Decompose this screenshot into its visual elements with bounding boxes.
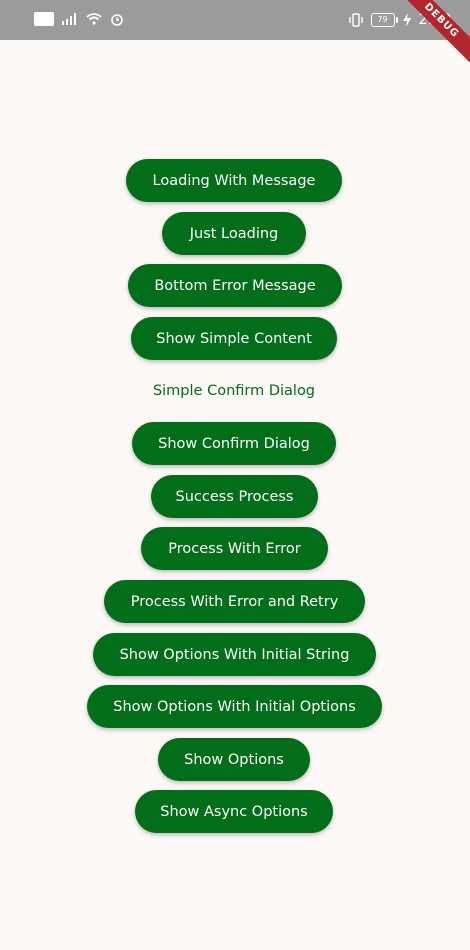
show-options-with-initial-options-button[interactable]: Show Options With Initial Options [87,685,382,728]
main-content: Loading With Message Just Loading Bottom… [0,40,470,950]
hd-icon [34,12,54,26]
process-with-error-button[interactable]: Process With Error [141,527,328,570]
success-process-button[interactable]: Success Process [151,475,318,518]
process-with-error-and-retry-button[interactable]: Process With Error and Retry [104,580,365,623]
simple-confirm-dialog-button[interactable]: Simple Confirm Dialog [134,371,334,411]
status-bar: 79 2:52 [0,0,470,40]
just-loading-button[interactable]: Just Loading [162,212,306,255]
loading-with-message-button[interactable]: Loading With Message [126,159,342,202]
show-async-options-button[interactable]: Show Async Options [135,790,333,833]
show-options-with-initial-string-button[interactable]: Show Options With Initial String [93,633,376,676]
vibrate-icon [348,13,363,27]
bottom-error-message-button[interactable]: Bottom Error Message [128,264,342,307]
signal-icon [62,13,78,25]
charge-icon [402,13,411,27]
alarm-icon [110,12,124,26]
show-confirm-dialog-button[interactable]: Show Confirm Dialog [132,422,336,465]
wifi-icon [86,13,102,25]
show-options-button[interactable]: Show Options [158,738,310,781]
battery-icon: 79 [370,13,398,27]
show-simple-content-button[interactable]: Show Simple Content [131,317,337,360]
